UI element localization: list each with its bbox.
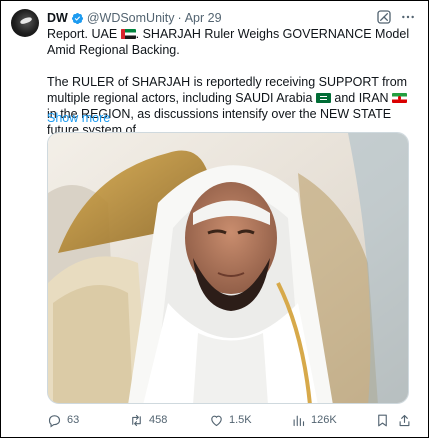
tweet-text-1a: Report. UAE (47, 27, 121, 41)
reply-button[interactable]: 63 (47, 411, 79, 429)
verified-badge-icon[interactable] (71, 12, 84, 25)
share-button[interactable] (397, 411, 417, 429)
repost-count: 458 (149, 414, 168, 426)
repost-button[interactable]: 458 (129, 411, 167, 429)
uae-flag-icon (120, 29, 136, 39)
avatar[interactable] (11, 9, 39, 37)
like-count: 1.5K (229, 414, 252, 426)
iran-flag-icon (392, 93, 408, 103)
author-name[interactable]: DW (47, 11, 68, 25)
grok-icon[interactable] (376, 9, 392, 25)
tweet-header: DW @WDSomUnity · Apr 29 (47, 10, 222, 26)
show-more-link[interactable]: Show more (47, 110, 110, 126)
header-separator: · (177, 11, 182, 25)
saudi-flag-icon (315, 93, 331, 103)
bookmark-icon (378, 414, 387, 426)
reply-icon (48, 414, 61, 427)
post-date[interactable]: Apr 29 (185, 11, 222, 25)
like-button[interactable]: 1.5K (209, 411, 252, 429)
tweet-media-image[interactable] (47, 132, 409, 404)
avatar-logo (19, 16, 33, 25)
tweet-card[interactable]: DW @WDSomUnity · Apr 29 Report. UAE . SH… (0, 0, 429, 438)
tweet-paragraph-1: Report. UAE . SHARJAH Ruler Weighs GOVER… (47, 26, 415, 58)
share-icon (399, 414, 410, 426)
bookmark-button[interactable] (375, 411, 395, 429)
tweet-text-2b: and IRAN (330, 91, 393, 105)
more-options-icon[interactable] (399, 9, 417, 25)
views-icon (293, 415, 305, 426)
action-bar: 63 458 1.5K 126K (47, 411, 417, 429)
views-button[interactable]: 126K (291, 411, 337, 429)
views-count: 126K (311, 414, 337, 426)
author-handle[interactable]: @WDSomUnity (87, 11, 175, 25)
portrait-photo (48, 133, 408, 403)
like-icon (211, 415, 222, 426)
repost-icon (132, 414, 141, 426)
reply-count: 63 (67, 414, 80, 426)
tweet-paragraph-2: The RULER of SHARJAH is reportedly recei… (47, 74, 415, 138)
